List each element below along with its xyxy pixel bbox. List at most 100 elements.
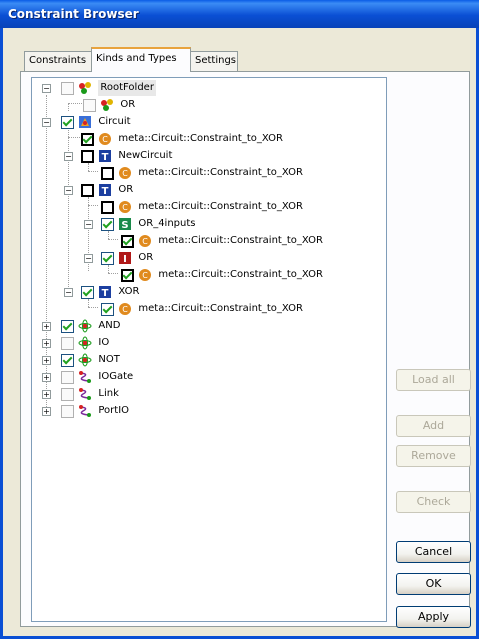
type-icon: T (98, 149, 112, 163)
tree-item-not[interactable]: NOT (61, 352, 120, 368)
expand-toggle-and[interactable]: + (42, 322, 51, 331)
apply-button[interactable]: Apply (396, 606, 471, 628)
connection-icon (78, 387, 92, 401)
collapse-toggle-or-4inputs[interactable]: − (84, 220, 93, 229)
checkbox[interactable] (101, 251, 114, 265)
tree-item-label: meta::Circuit::Constraint_to_XOR (138, 167, 303, 178)
tree-item-label: meta::Circuit::Constraint_to_XOR (138, 201, 303, 212)
tree-line (88, 307, 98, 308)
tree-item-label: OR (120, 99, 136, 110)
svg-text:S: S (122, 220, 129, 231)
checkbox[interactable] (61, 404, 74, 418)
tree-item-constraint[interactable]: C meta::Circuit::Constraint_to_XOR (121, 267, 323, 283)
checkbox[interactable] (81, 149, 94, 163)
tree-line (88, 163, 89, 171)
expand-toggle-iogate[interactable]: + (42, 373, 51, 382)
tree-item-or-type[interactable]: T OR (81, 182, 133, 198)
collapse-toggle-newcircuit[interactable]: − (64, 152, 73, 161)
expand-toggle-portio[interactable]: + (42, 407, 51, 416)
tree-line (108, 239, 118, 240)
tree-item-label: meta::Circuit::Constraint_to_XOR (118, 133, 283, 144)
tab-settings[interactable]: Settings (190, 51, 238, 71)
constraint-icon: C (118, 302, 132, 316)
tree-line (108, 265, 109, 273)
checkbox[interactable] (61, 353, 74, 367)
atom-icon (78, 353, 92, 367)
constraint-icon: C (138, 268, 152, 282)
tree-item-portio[interactable]: PortIO (61, 403, 129, 419)
tree-item-label: meta::Circuit::Constraint_to_XOR (158, 269, 323, 280)
checkbox[interactable] (61, 336, 74, 350)
checkbox[interactable] (61, 370, 74, 384)
tree-item-constraint[interactable]: C meta::Circuit::Constraint_to_XOR (81, 131, 283, 147)
instance-icon: I (118, 251, 132, 265)
tree-item-xor[interactable]: T XOR (81, 284, 139, 300)
constraint-icon: C (118, 166, 132, 180)
tree-item-newcircuit[interactable]: T NewCircuit (81, 148, 172, 164)
constraint-icon: C (118, 200, 132, 214)
checkbox[interactable] (61, 319, 74, 333)
tree-item-label: NOT (98, 354, 120, 365)
checkbox[interactable] (61, 115, 74, 129)
tree-line (88, 299, 89, 307)
tree-item-label: OR_4inputs (138, 218, 196, 229)
checkbox[interactable] (121, 268, 134, 282)
tree-item-circuit[interactable]: Circuit (61, 114, 131, 130)
load-all-button[interactable]: Load all (396, 369, 471, 391)
checkbox[interactable] (83, 98, 96, 112)
checkbox[interactable] (101, 166, 114, 180)
tree-item-and[interactable]: AND (61, 318, 120, 334)
checkbox[interactable] (81, 183, 94, 197)
title-bar[interactable]: Constraint Browser (0, 0, 479, 28)
expand-toggle-link[interactable]: + (42, 390, 51, 399)
svg-text:C: C (122, 305, 128, 314)
tree-item-iogate[interactable]: IOGate (61, 369, 133, 385)
tree-item-or-4inputs[interactable]: S OR_4inputs (101, 216, 196, 232)
svg-text:C: C (122, 203, 128, 212)
tab-kinds-and-types[interactable]: Kinds and Types (91, 47, 191, 72)
subtype-icon: S (118, 217, 132, 231)
folder-icon (78, 81, 92, 95)
type-icon: T (98, 285, 112, 299)
tree-item-rootfolder[interactable]: RootFolder (61, 80, 156, 96)
expand-toggle-io[interactable]: + (42, 339, 51, 348)
atom-icon (78, 336, 92, 350)
add-button[interactable]: Add (396, 415, 471, 437)
ok-button[interactable]: OK (396, 573, 471, 595)
check-button[interactable]: Check (396, 491, 471, 513)
collapse-toggle-xor[interactable]: − (64, 288, 73, 297)
collapse-toggle-circuit[interactable]: − (42, 118, 51, 127)
collapse-toggle-or[interactable]: − (64, 186, 73, 195)
expand-toggle-not[interactable]: + (42, 356, 51, 365)
tree-item-link[interactable]: Link (61, 386, 119, 402)
tree-item-constraint[interactable]: C meta::Circuit::Constraint_to_XOR (101, 301, 303, 317)
checkbox[interactable] (101, 217, 114, 231)
tree-item-or-instance[interactable]: I OR (101, 250, 153, 266)
tree-item-label: Circuit (98, 116, 131, 127)
checkbox[interactable] (61, 387, 74, 401)
cancel-button[interactable]: Cancel (396, 541, 471, 563)
tree-item-label: RootFolder (98, 80, 156, 96)
type-icon: T (98, 183, 112, 197)
tree-item-constraint[interactable]: C meta::Circuit::Constraint_to_XOR (121, 233, 323, 249)
checkbox[interactable] (81, 132, 94, 146)
collapse-toggle-or-instance[interactable]: − (84, 254, 93, 263)
tree-item-constraint[interactable]: C meta::Circuit::Constraint_to_XOR (101, 199, 303, 215)
remove-button[interactable]: Remove (396, 445, 471, 467)
collapse-toggle-rootfolder[interactable]: − (42, 84, 51, 93)
tree-item-constraint[interactable]: C meta::Circuit::Constraint_to_XOR (101, 165, 303, 181)
checkbox[interactable] (61, 81, 74, 95)
model-icon (78, 115, 92, 129)
tree-item-label: NewCircuit (118, 150, 173, 161)
window-title: Constraint Browser (8, 7, 139, 21)
tree-item-io[interactable]: IO (61, 335, 109, 351)
checkbox[interactable] (101, 302, 114, 316)
svg-text:T: T (102, 152, 109, 163)
svg-text:C: C (142, 271, 148, 280)
tree-item-label: Link (98, 388, 119, 399)
tree-item-or[interactable]: OR (83, 97, 135, 113)
checkbox[interactable] (101, 200, 114, 214)
tab-constraints[interactable]: Constraints (24, 51, 92, 71)
checkbox[interactable] (81, 285, 94, 299)
checkbox[interactable] (121, 234, 134, 248)
